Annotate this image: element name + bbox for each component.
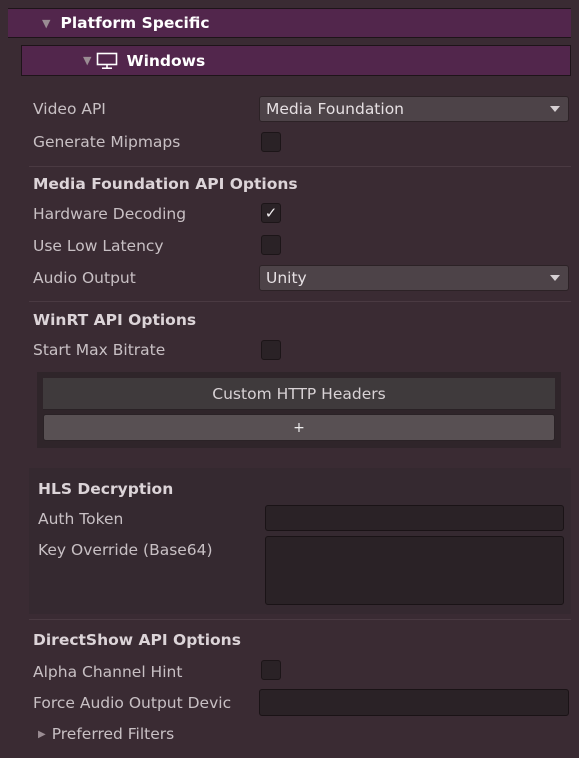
alpha-hint-checkbox[interactable] [261, 660, 281, 680]
platform-specific-title: Platform Specific [60, 14, 210, 32]
low-latency-checkbox[interactable] [261, 235, 281, 255]
auth-token-input[interactable] [265, 505, 564, 531]
hardware-decoding-label: Hardware Decoding [33, 205, 187, 223]
video-api-dropdown[interactable]: Media Foundation [259, 96, 569, 122]
dropdown-arrow-icon [550, 106, 560, 112]
directshow-title: DirectShow API Options [33, 631, 241, 649]
start-max-bitrate-label: Start Max Bitrate [33, 341, 166, 359]
custom-headers-title: Custom HTTP Headers [43, 378, 555, 410]
foldout-expanded-icon: ▼ [83, 54, 92, 67]
platform-specific-foldout[interactable]: ▼ Platform Specific [8, 8, 571, 38]
foldout-collapsed-icon: ▶ [38, 728, 46, 740]
video-api-value: Media Foundation [266, 100, 405, 118]
windows-foldout[interactable]: ▼ Windows [21, 45, 571, 76]
checkmark-icon: ✓ [264, 204, 278, 222]
section-divider [29, 301, 571, 302]
generate-mipmaps-label: Generate Mipmaps [33, 133, 181, 151]
video-api-label: Video API [33, 100, 106, 118]
dropdown-arrow-icon [550, 275, 560, 281]
section-divider [29, 166, 571, 167]
key-override-textarea[interactable] [265, 536, 564, 605]
add-header-button[interactable]: + [43, 414, 555, 441]
key-override-label: Key Override (Base64) [38, 541, 213, 559]
plus-icon: + [293, 419, 305, 436]
generate-mipmaps-checkbox[interactable] [261, 132, 281, 152]
custom-headers-title-text: Custom HTTP Headers [212, 384, 386, 403]
hls-title: HLS Decryption [38, 480, 174, 498]
audio-output-value: Unity [266, 269, 307, 287]
hardware-decoding-checkbox[interactable]: ✓ [261, 203, 281, 223]
low-latency-label: Use Low Latency [33, 237, 164, 255]
audio-output-dropdown[interactable]: Unity [259, 265, 569, 291]
force-audio-input[interactable] [259, 689, 569, 716]
section-divider [29, 619, 571, 620]
preferred-filters-foldout[interactable]: ▶ Preferred Filters [38, 725, 174, 743]
windows-title: Windows [126, 51, 206, 70]
media-foundation-title: Media Foundation API Options [33, 175, 298, 193]
alpha-hint-label: Alpha Channel Hint [33, 663, 183, 681]
monitor-icon [97, 52, 118, 69]
winrt-title: WinRT API Options [33, 311, 197, 329]
start-max-bitrate-checkbox[interactable] [261, 340, 281, 360]
preferred-filters-label: Preferred Filters [51, 725, 175, 743]
auth-token-label: Auth Token [38, 510, 124, 528]
foldout-expanded-icon: ▼ [42, 16, 51, 30]
audio-output-label: Audio Output [33, 269, 136, 287]
force-audio-label: Force Audio Output Devic [33, 694, 232, 712]
